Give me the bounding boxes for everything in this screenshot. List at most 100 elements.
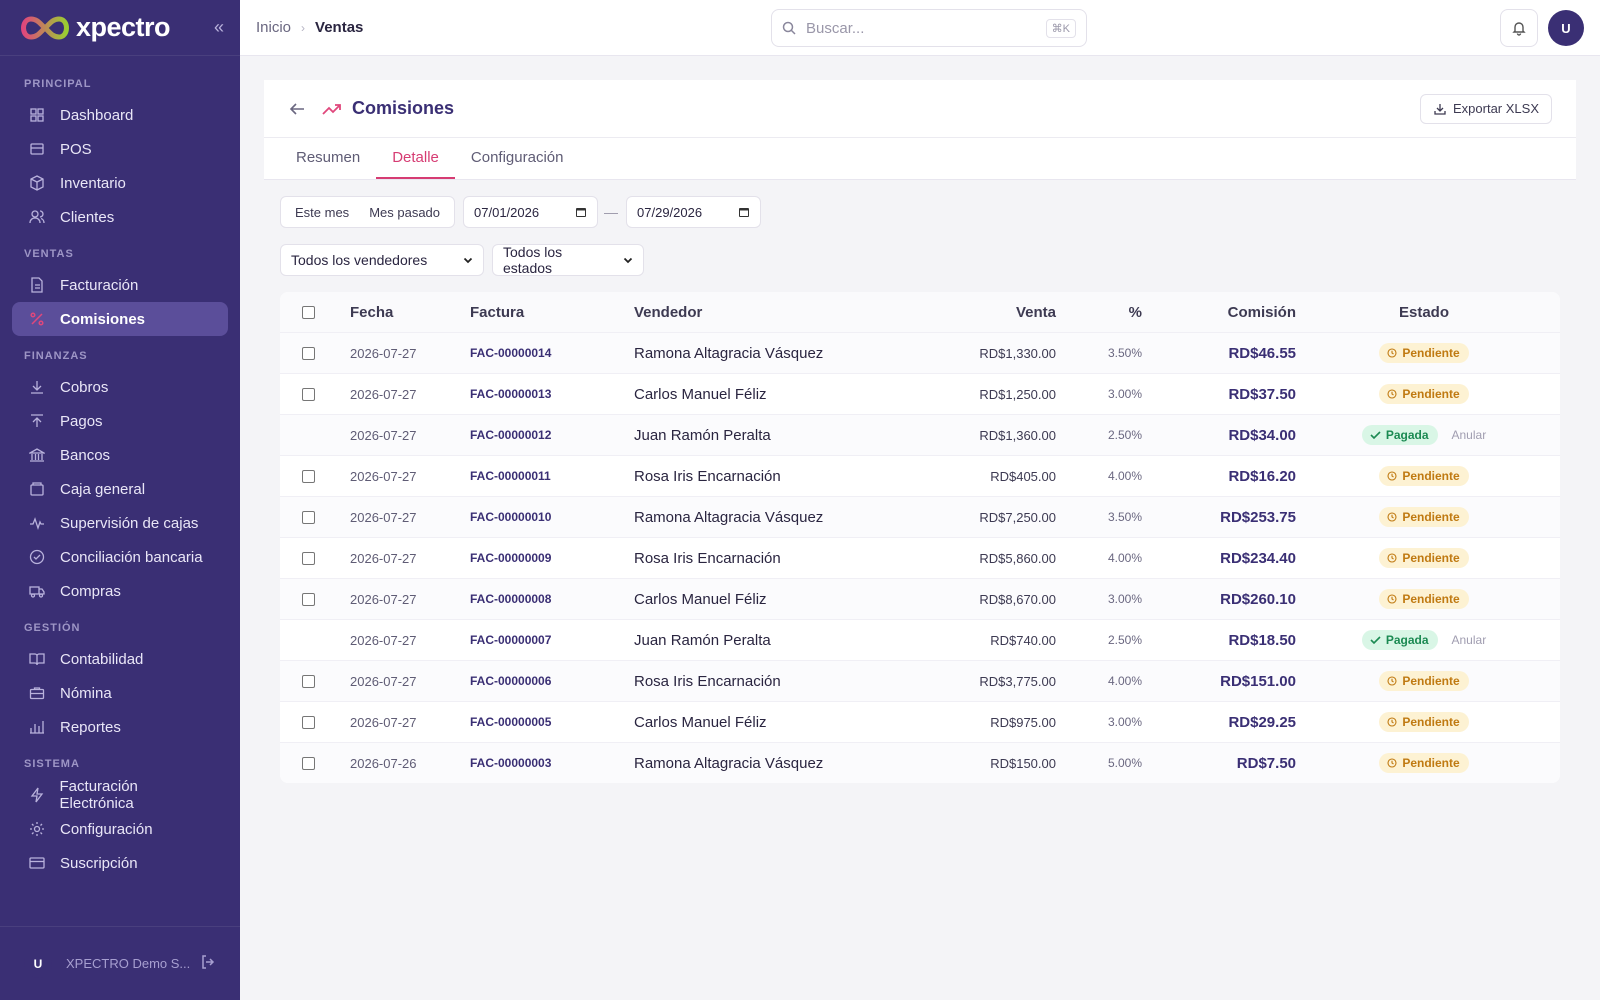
cell-invoice[interactable]: FAC-00000005	[470, 715, 634, 729]
logout-icon[interactable]	[200, 954, 216, 973]
search-box[interactable]: ⌘K	[771, 9, 1087, 47]
date-from-input[interactable]: 07/01/2026	[463, 196, 599, 228]
cell-commission: RD$29.25	[1228, 713, 1296, 731]
header-sale[interactable]: Venta	[874, 304, 1056, 321]
sidebar-item-dashboard[interactable]: Dashboard	[12, 98, 228, 132]
cell-state: Pendiente	[1296, 384, 1552, 404]
cell-invoice[interactable]: FAC-00000010	[470, 510, 634, 524]
sidebar-item-nomina[interactable]: Nómina	[12, 676, 228, 710]
table-row: 2026-07-26 FAC-00000003 Ramona Altagraci…	[280, 742, 1560, 783]
sidebar-item-compras[interactable]: Compras	[12, 574, 228, 608]
row-checkbox[interactable]	[301, 469, 315, 483]
clock-icon	[1387, 471, 1397, 481]
breadcrumb-inicio[interactable]: Inicio	[256, 19, 291, 36]
row-checkbox[interactable]	[301, 756, 315, 770]
sidebar-item-contabilidad[interactable]: Contabilidad	[12, 642, 228, 676]
sidebar-item-caja-general[interactable]: Caja general	[12, 472, 228, 506]
cell-invoice[interactable]: FAC-00000012	[470, 428, 634, 442]
sidebar-item-reportes[interactable]: Reportes	[12, 710, 228, 744]
sidebar-item-label: Conciliación bancaria	[60, 548, 203, 566]
calendar-icon[interactable]	[738, 206, 750, 218]
cell-invoice[interactable]: FAC-00000007	[470, 633, 634, 647]
table-row: 2026-07-27 FAC-00000014 Ramona Altagraci…	[280, 332, 1560, 373]
cell-invoice[interactable]: FAC-00000013	[470, 387, 634, 401]
sidebar-item-comisiones[interactable]: Comisiones	[12, 302, 228, 336]
cell-percent: 3.00%	[1107, 387, 1142, 401]
calendar-icon[interactable]	[575, 206, 587, 218]
cell-state: Pendiente	[1296, 507, 1552, 527]
footer-avatar[interactable]: U	[24, 949, 52, 978]
pos-icon	[28, 140, 46, 158]
cell-invoice[interactable]: FAC-00000003	[470, 756, 634, 770]
clock-icon	[1387, 348, 1397, 358]
row-checkbox[interactable]	[301, 387, 315, 401]
row-checkbox[interactable]	[301, 346, 315, 360]
table-body: 2026-07-27 FAC-00000014 Ramona Altagraci…	[280, 332, 1560, 783]
sidebar-item-label: Bancos	[60, 446, 111, 464]
search-icon	[782, 21, 796, 35]
user-avatar[interactable]: U	[1548, 10, 1584, 46]
cell-date: 2026-07-27	[350, 427, 417, 443]
cell-invoice[interactable]: FAC-00000009	[470, 551, 634, 565]
sidebar-item-pos[interactable]: POS	[12, 132, 228, 166]
row-checkbox[interactable]	[301, 551, 315, 565]
sidebar-item-bancos[interactable]: Bancos	[12, 438, 228, 472]
header-percent[interactable]: %	[1056, 304, 1142, 321]
tabs: Resumen Detalle Configuración	[264, 138, 1576, 180]
last-month-button[interactable]: Mes pasado	[359, 205, 450, 220]
clock-icon	[1387, 553, 1397, 563]
sidebar-item-inventario[interactable]: Inventario	[12, 166, 228, 200]
sidebar-item-facturacion[interactable]: Facturación	[12, 268, 228, 302]
row-checkbox[interactable]	[301, 592, 315, 606]
cell-invoice[interactable]: FAC-00000008	[470, 592, 634, 606]
sidebar-item-label: Clientes	[60, 208, 115, 226]
cell-date: 2026-07-27	[350, 468, 417, 484]
page-header: Comisiones Exportar XLSX	[264, 80, 1576, 138]
cancel-payment-link[interactable]: Anular	[1452, 633, 1487, 647]
search-input[interactable]	[806, 19, 1046, 37]
header-invoice[interactable]: Factura	[470, 304, 634, 321]
back-arrow-icon[interactable]	[288, 100, 306, 118]
tab-detalle[interactable]: Detalle	[376, 149, 455, 179]
cell-sale: RD$1,250.00	[979, 386, 1056, 402]
sidebar-item-facturacion-electronica[interactable]: Facturación Electrónica	[12, 778, 228, 812]
row-checkbox[interactable]	[301, 510, 315, 524]
check-icon	[1370, 430, 1381, 440]
cell-invoice[interactable]: FAC-00000011	[470, 469, 634, 483]
this-month-button[interactable]: Este mes	[285, 205, 359, 220]
cell-commission: RD$34.00	[1228, 426, 1296, 444]
sidebar-item-label: Caja general	[60, 480, 146, 498]
notifications-bell-icon[interactable]	[1500, 9, 1538, 47]
header-seller[interactable]: Vendedor	[634, 304, 874, 321]
state-select[interactable]: Todos los estados	[492, 244, 644, 276]
cell-invoice[interactable]: FAC-00000014	[470, 346, 634, 360]
tab-resumen[interactable]: Resumen	[280, 149, 376, 179]
sidebar-item-cobros[interactable]: Cobros	[12, 370, 228, 404]
select-all-checkbox[interactable]	[301, 305, 315, 319]
header-state[interactable]: Estado	[1296, 304, 1552, 321]
header-date[interactable]: Fecha	[336, 304, 470, 321]
sidebar-item-suscripcion[interactable]: Suscripción	[12, 846, 228, 880]
date-to-input[interactable]: 07/29/2026	[626, 196, 762, 228]
seller-select[interactable]: Todos los vendedores	[280, 244, 484, 276]
sidebar-item-conciliacion-bancaria[interactable]: Conciliación bancaria	[12, 540, 228, 574]
header-commission[interactable]: Comisión	[1142, 304, 1296, 321]
sidebar-item-supervision-de-cajas[interactable]: Supervisión de cajas	[12, 506, 228, 540]
cancel-payment-link[interactable]: Anular	[1452, 428, 1487, 442]
tab-configuracion[interactable]: Configuración	[455, 149, 580, 179]
cell-invoice[interactable]: FAC-00000006	[470, 674, 634, 688]
sidebar-item-label: Facturación Electrónica	[59, 778, 138, 812]
sidebar-item-clientes[interactable]: Clientes	[12, 200, 228, 234]
check-circle-icon	[28, 548, 46, 566]
cell-sale: RD$975.00	[990, 714, 1056, 730]
sidebar: xpectro « PRINCIPAL Dashboard POS Inventari…	[0, 0, 240, 1000]
export-xlsx-button[interactable]: Exportar XLSX	[1420, 93, 1552, 124]
cell-date: 2026-07-26	[350, 755, 417, 771]
collapse-sidebar-icon[interactable]: «	[214, 17, 224, 38]
cell-seller: Rosa Iris Encarnación	[634, 672, 781, 690]
row-checkbox[interactable]	[301, 674, 315, 688]
table-row: 2026-07-27 FAC-00000011 Rosa Iris Encarn…	[280, 455, 1560, 496]
sidebar-item-pagos[interactable]: Pagos	[12, 404, 228, 438]
row-checkbox[interactable]	[301, 715, 315, 729]
sidebar-item-configuracion[interactable]: Configuración	[12, 812, 228, 846]
